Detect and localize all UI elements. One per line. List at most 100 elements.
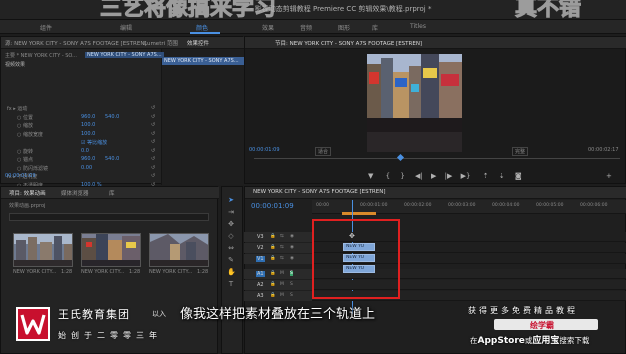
mute-icon[interactable]: M — [280, 293, 284, 298]
reset-icon[interactable]: ↺ — [151, 173, 155, 179]
effect-controls-timecode[interactable]: 00:00:01:09 — [5, 173, 36, 179]
lock-icon[interactable]: 🔒 — [270, 271, 276, 276]
program-scrub-bar[interactable] — [254, 158, 620, 159]
lock-icon[interactable]: 🔒 — [270, 256, 276, 261]
pen-tool-icon[interactable]: ✎ — [227, 256, 235, 264]
track-label[interactable]: A1 — [256, 271, 265, 277]
go-to-out-icon[interactable]: ▶} — [461, 172, 471, 180]
effect-property-value-2[interactable]: 540.0 — [105, 114, 119, 120]
visibility-icon[interactable]: ◉ — [290, 234, 294, 239]
menu-item-audio[interactable]: 音频 — [300, 23, 312, 32]
effect-property-value[interactable]: 0.0 — [81, 148, 89, 154]
reset-icon[interactable]: ↺ — [151, 148, 155, 154]
reset-icon[interactable]: ↺ — [151, 105, 155, 111]
step-back-icon[interactable]: ◀| — [415, 172, 423, 180]
tab-program[interactable]: 节目: NEW YORK CITY - SONY A7S FOOTAGE [ES… — [275, 39, 422, 47]
effect-property-value[interactable]: 100.0 — [81, 131, 95, 137]
sequence-clip-label[interactable]: NEW YORK CITY - SONY A7S... — [85, 52, 164, 58]
lock-icon[interactable]: 🔒 — [270, 234, 276, 239]
project-item-name[interactable]: NEW YORK CITY... — [149, 269, 192, 275]
ripple-edit-icon[interactable]: ✥ — [227, 220, 235, 228]
razor-tool-icon[interactable]: ◇ — [227, 232, 235, 240]
sync-icon[interactable]: ⇆ — [280, 256, 284, 261]
program-fit-select[interactable]: 适合 — [315, 147, 332, 156]
track-label[interactable]: A3 — [256, 293, 265, 299]
selection-tool-icon[interactable]: ➤ — [227, 196, 235, 204]
tab-source[interactable]: 源: NEW YORK CITY - SONY A7S FOOTAGE [EST… — [5, 39, 147, 47]
reset-icon[interactable]: ↺ — [151, 156, 155, 162]
project-item-thumbnail[interactable] — [13, 233, 73, 267]
work-area-bar[interactable] — [342, 212, 376, 215]
reset-icon[interactable]: ↺ — [151, 165, 155, 171]
effect-property-value[interactable]: ☑ 等比缩放 — [81, 139, 107, 146]
project-item-thumbnail[interactable] — [149, 233, 209, 267]
play-icon[interactable]: ▶ — [431, 172, 436, 180]
lock-icon[interactable]: 🔒 — [270, 282, 276, 287]
project-item-name[interactable]: NEW YORK CITY... — [13, 269, 56, 275]
program-video-frame[interactable] — [367, 54, 462, 152]
menu-item-graphics[interactable]: 图形 — [338, 23, 350, 32]
track-select-icon[interactable]: ⇥ — [227, 208, 235, 216]
effect-property-value-2[interactable]: 540.0 — [105, 156, 119, 162]
menu-item-assembly[interactable]: 组件 — [40, 23, 52, 32]
program-resolution-select[interactable]: 完整 — [512, 147, 529, 156]
project-item-thumbnail[interactable] — [81, 233, 141, 267]
reset-icon[interactable]: ↺ — [151, 131, 155, 137]
effect-property-value[interactable]: 960.0 — [81, 156, 95, 162]
mute-icon[interactable]: M — [280, 271, 284, 276]
effect-property-value[interactable]: 960.0 — [81, 114, 95, 120]
mute-icon[interactable]: M — [280, 282, 284, 287]
tab-libraries[interactable]: 库 — [109, 189, 115, 197]
type-tool-icon[interactable]: T — [227, 280, 235, 288]
master-clip-label[interactable]: 主要 * NEW YORK CITY - SO... — [5, 52, 77, 59]
overlay-title-right: 真不错 — [514, 0, 582, 22]
highlight-box — [312, 219, 400, 299]
lift-icon[interactable]: ⇡ — [483, 172, 489, 180]
menu-item-color[interactable]: 颜色 — [196, 23, 208, 32]
project-search-input[interactable] — [9, 213, 209, 221]
go-to-in-icon[interactable]: } — [400, 172, 404, 180]
track-label[interactable]: A2 — [256, 282, 265, 288]
timeline-timecode[interactable]: 00:00:01:09 — [251, 202, 294, 210]
ruler-tick-label: 00:00:05:00 — [536, 203, 564, 208]
effect-property-label: ○ 缩放宽度 — [17, 131, 43, 138]
effect-property-value[interactable]: 0.00 — [81, 165, 92, 171]
add-button-icon[interactable]: + — [606, 172, 612, 180]
reset-icon[interactable]: ↺ — [151, 122, 155, 128]
solo-icon[interactable]: S — [290, 282, 293, 287]
lock-icon[interactable]: 🔒 — [270, 245, 276, 250]
menu-item-edit[interactable]: 编辑 — [120, 23, 132, 32]
tab-sequence[interactable]: NEW YORK CITY - SONY A7S FOOTAGE [ESTREN… — [253, 189, 385, 195]
project-item-name[interactable]: NEW YORK CITY... — [81, 269, 124, 275]
mark-in-icon[interactable]: ▼ — [368, 172, 373, 180]
reset-icon[interactable]: ↺ — [151, 139, 155, 145]
step-forward-icon[interactable]: |▶ — [445, 172, 453, 180]
export-frame-icon[interactable]: ◙ — [515, 172, 522, 180]
visibility-icon[interactable]: ◉ — [290, 256, 294, 261]
sync-icon[interactable]: ⇆ — [280, 234, 284, 239]
hand-tool-icon[interactable]: ✋ — [227, 268, 236, 276]
tab-project[interactable]: 项目: 效果动画 — [9, 189, 46, 197]
menu-item-libraries[interactable]: 库 — [372, 23, 378, 32]
track-label[interactable]: V2 — [256, 245, 265, 251]
visibility-icon[interactable]: ◉ — [290, 245, 294, 250]
effect-property-value[interactable]: 100.0 — [81, 122, 95, 128]
reset-icon[interactable]: ↺ — [151, 114, 155, 120]
slip-tool-icon[interactable]: ⇔ — [227, 244, 235, 252]
extract-icon[interactable]: ⇣ — [499, 172, 505, 180]
lock-icon[interactable]: 🔒 — [270, 293, 276, 298]
keyframe-clip-bar: NEW YORK CITY - SONY A7S... — [162, 57, 245, 65]
track-label[interactable]: V3 — [256, 234, 265, 240]
mark-out-icon[interactable]: { — [386, 172, 390, 180]
solo-icon[interactable]: S — [290, 271, 293, 276]
track-label[interactable]: V1 — [256, 256, 265, 262]
tab-media-browser[interactable]: 媒体浏览器 — [61, 189, 89, 197]
effect-keyframe-area[interactable]: NEW YORK CITY - SONY A7S... — [161, 49, 245, 185]
menu-item-titles[interactable]: Titles — [410, 23, 426, 30]
tab-lumetri-scopes[interactable]: Lumetri 范围 — [144, 39, 178, 47]
sync-icon[interactable]: ⇆ — [280, 245, 284, 250]
solo-icon[interactable]: S — [290, 293, 293, 298]
tab-effect-controls[interactable]: 效果控件 — [187, 39, 209, 47]
menu-item-effects[interactable]: 效果 — [262, 23, 274, 32]
program-timecode-current[interactable]: 00:00:01:09 — [249, 147, 280, 153]
